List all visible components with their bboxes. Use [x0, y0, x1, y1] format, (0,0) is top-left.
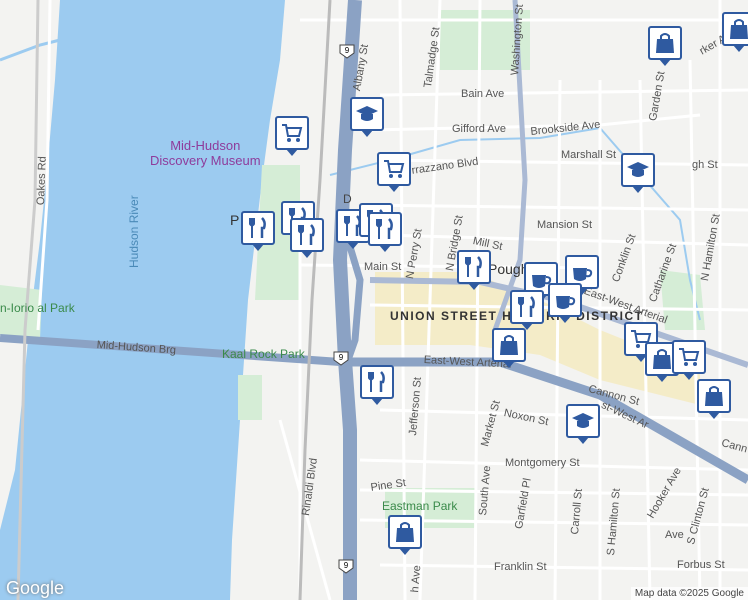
gifford-ave-label: Gifford Ave	[452, 123, 507, 135]
shopping-cart-icon	[679, 348, 700, 366]
marker-1[interactable]	[275, 116, 309, 156]
svg-text:9: 9	[339, 353, 344, 362]
marker-25[interactable]	[388, 515, 422, 555]
route-9-shield: 9	[333, 351, 349, 366]
route-9-shield: 9	[339, 44, 355, 59]
restaurant-icon	[298, 224, 315, 245]
montgomery-st-label: Montgomery St	[505, 457, 580, 469]
partial-label-d: D	[343, 192, 352, 206]
shopping-bag-icon	[653, 349, 671, 369]
main-st-label: Main St	[364, 261, 402, 273]
eastman-park-label[interactable]: Eastman Park	[382, 499, 457, 513]
marker-18[interactable]	[492, 328, 526, 368]
school-icon	[356, 106, 378, 121]
mansion-st-label: Mansion St	[537, 219, 593, 231]
shopping-bag-icon	[396, 522, 414, 542]
museum-label[interactable]: Mid-Hudson Discovery Museum	[150, 138, 261, 168]
marker-12[interactable]	[368, 212, 402, 252]
restaurant-icon	[368, 371, 385, 392]
shopping-bag-icon	[730, 19, 748, 39]
partial-label-p: P	[230, 212, 240, 228]
marker-16[interactable]	[548, 283, 582, 323]
town-label: Pough	[488, 261, 529, 277]
coffee-icon	[556, 296, 576, 309]
franklin-st-label: Franklin St	[494, 561, 547, 573]
google-logo-text: Google	[6, 578, 65, 598]
shopping-bag-icon	[705, 386, 723, 406]
h-ave-label: h Ave	[409, 564, 424, 593]
shopping-cart-icon	[282, 124, 303, 142]
forbus-st-label: Forbus St	[677, 559, 725, 571]
restaurant-icon	[465, 256, 482, 277]
shopping-cart-icon	[384, 160, 405, 178]
coffee-icon	[573, 268, 593, 281]
bain-ave-label: Bain Ave	[461, 88, 505, 100]
route-9-shield: 9	[338, 559, 354, 574]
svg-text:9: 9	[345, 46, 350, 55]
hudson-river-label: Hudson River	[127, 195, 141, 268]
marker-6[interactable]	[722, 12, 748, 52]
iorio-park-label[interactable]: n-Iorio al Park	[0, 301, 75, 315]
map-attribution[interactable]: Map data ©2025 Google	[630, 587, 748, 600]
marker-17[interactable]	[510, 290, 544, 330]
marker-24[interactable]	[566, 404, 600, 444]
restaurant-icon	[376, 218, 393, 239]
shopping-bag-icon	[500, 335, 518, 355]
restaurant-icon	[518, 296, 535, 317]
svg-text:9: 9	[344, 561, 349, 570]
marker-3[interactable]	[377, 152, 411, 192]
shopping-bag-icon	[656, 33, 674, 53]
marker-22[interactable]	[697, 379, 731, 419]
marker-23[interactable]	[360, 365, 394, 405]
school-icon	[572, 413, 594, 428]
marker-5[interactable]	[621, 153, 655, 193]
map-canvas[interactable]	[0, 0, 748, 600]
marshall-st-label: Marshall St	[561, 149, 617, 161]
marker-9[interactable]	[290, 218, 324, 258]
oakes-rd-label: Oakes Rd	[35, 156, 49, 206]
gh-st-label: gh St	[692, 159, 718, 171]
google-logo: Google	[6, 578, 64, 599]
marker-13[interactable]	[457, 250, 491, 290]
school-icon	[627, 162, 649, 177]
restaurant-icon	[249, 217, 266, 238]
ave-partial-label: Ave	[665, 529, 684, 541]
marker-2[interactable]	[350, 97, 384, 137]
kaal-rock-park-area	[238, 375, 262, 420]
marker-4[interactable]	[648, 26, 682, 66]
marker-21[interactable]	[672, 340, 706, 380]
kaal-rock-park-label[interactable]: Kaal Rock Park	[222, 347, 305, 361]
marker-7[interactable]	[241, 211, 275, 251]
